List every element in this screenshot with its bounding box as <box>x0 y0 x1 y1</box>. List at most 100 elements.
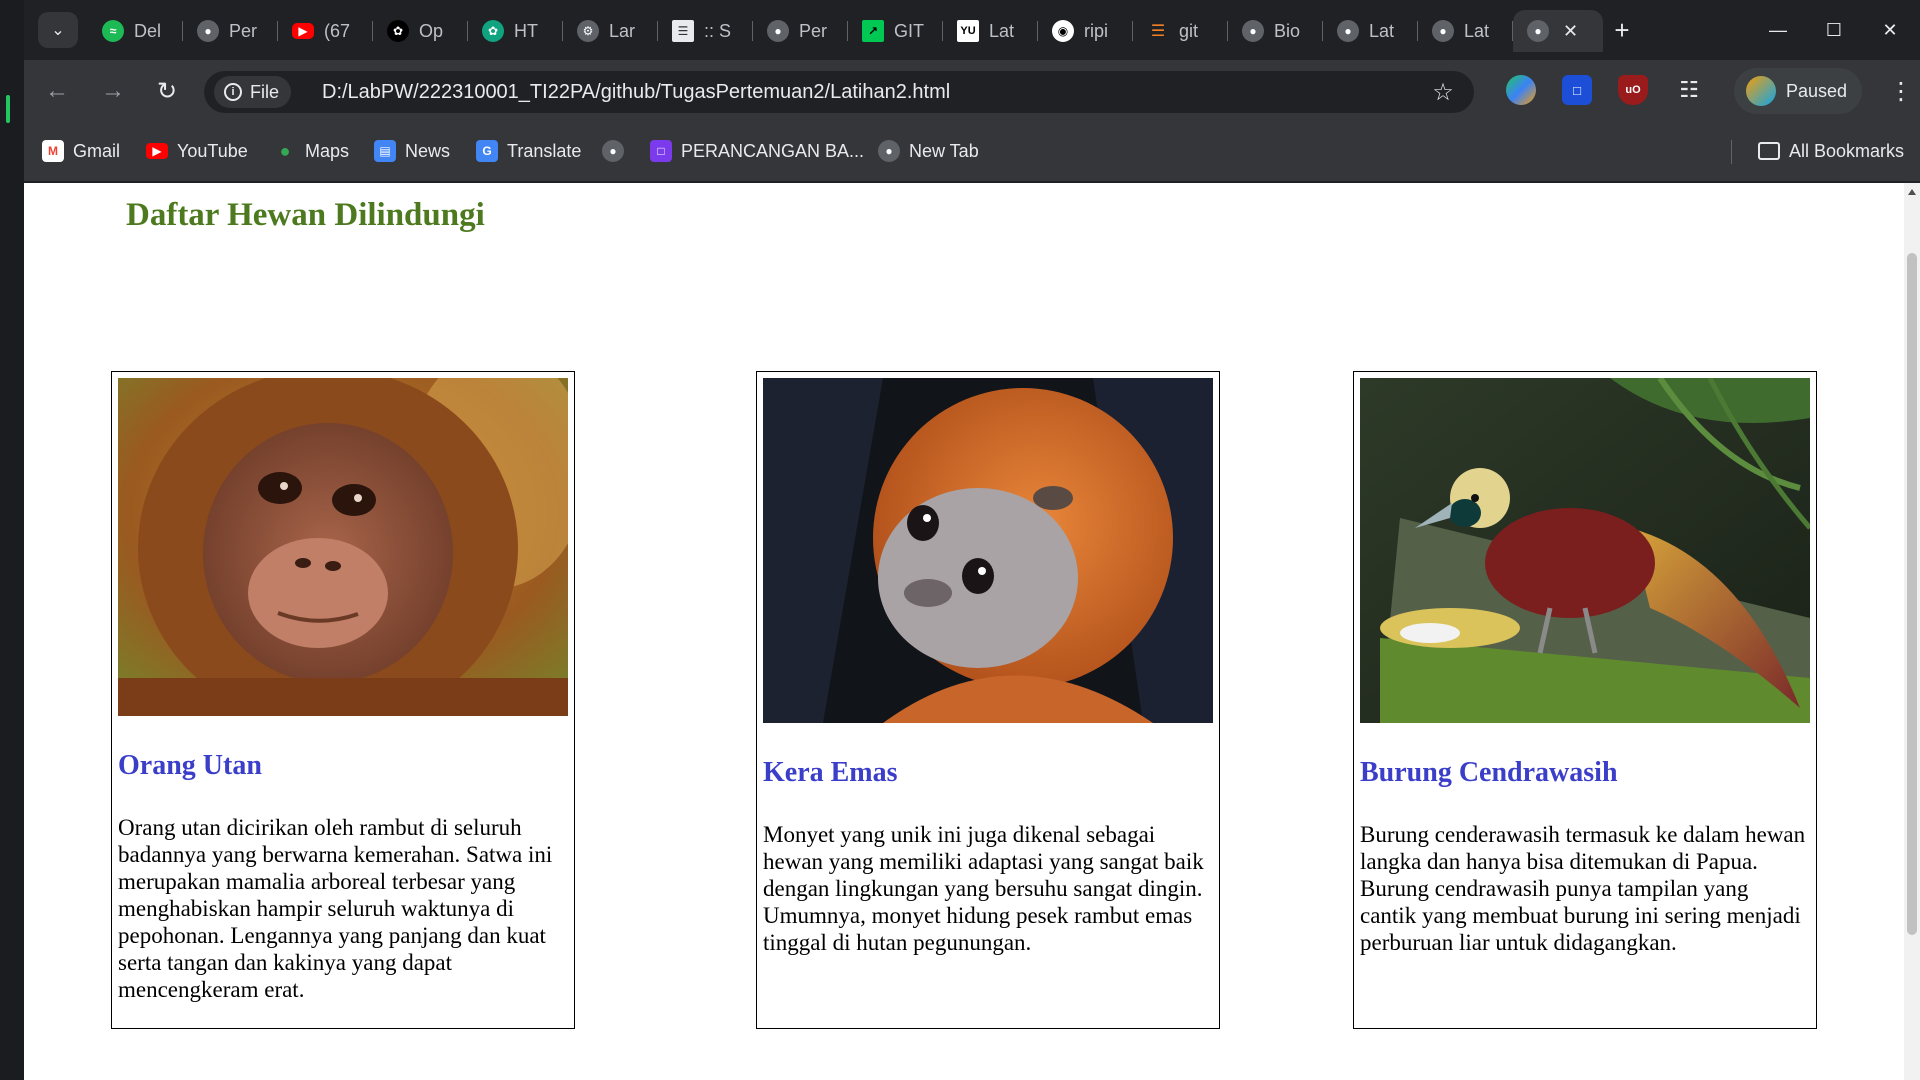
tab-label: ripi <box>1084 20 1109 41</box>
tab[interactable]: YU Lat <box>943 10 1038 52</box>
plus-icon: + <box>1614 14 1630 45</box>
bookmark-label: News <box>405 140 451 161</box>
animal-card: Orang Utan Orang utan dicirikan oleh ram… <box>111 371 575 1029</box>
minimize-icon: — <box>1769 19 1787 40</box>
bookmark-youtube[interactable]: ▶ YouTube <box>146 136 248 166</box>
scrollbar-thumb[interactable] <box>1907 253 1917 935</box>
ublock-icon[interactable]: uO <box>1618 75 1648 105</box>
globe-icon: ● <box>878 140 900 162</box>
git-icon: ↗ <box>862 20 884 42</box>
animal-description: Burung cenderawasih termasuk ke dalam he… <box>1360 822 1806 955</box>
bookmark-gmail[interactable]: M Gmail <box>42 136 120 166</box>
bookmark-label: Gmail <box>73 140 121 161</box>
url-text[interactable]: D:/LabPW/222310001_TI22PA/github/TugasPe… <box>322 71 950 113</box>
extension-color-icon[interactable] <box>1506 75 1536 105</box>
maximize-button[interactable]: ☐ <box>1814 12 1854 48</box>
chevron-down-icon: ⌄ <box>51 22 65 39</box>
bookmarks-divider <box>1731 140 1732 164</box>
animal-name: Burung Cendrawasih <box>1360 757 1618 788</box>
tab[interactable]: ✿ HT <box>468 10 563 52</box>
openai-icon: ✿ <box>387 20 409 42</box>
scroll-up-arrow-icon[interactable] <box>1908 189 1916 195</box>
folder-icon <box>1758 142 1780 160</box>
bookmark-news[interactable]: ▤ News <box>374 136 450 166</box>
animal-description: Orang utan dicirikan oleh rambut di selu… <box>118 815 553 1002</box>
new-tab-button[interactable]: + <box>1606 14 1638 46</box>
minimize-button[interactable]: — <box>1758 12 1798 48</box>
orangutan-photo <box>118 378 568 716</box>
globe-icon: ● <box>1337 20 1359 42</box>
profile-status: Paused <box>1786 80 1848 101</box>
all-bookmarks-button[interactable]: All Bookmarks <box>1758 136 1904 166</box>
all-bookmarks-label: All Bookmarks <box>1789 140 1905 161</box>
extensions-puzzle-icon[interactable]: ☷ <box>1674 75 1704 105</box>
tab[interactable]: ≈ Del <box>88 10 183 52</box>
profile-button[interactable]: Paused <box>1734 68 1862 114</box>
laravel-icon: ⚙ <box>577 20 599 42</box>
arrow-left-icon: ← <box>45 77 69 104</box>
site-info-chip[interactable]: i File <box>214 76 292 108</box>
tab-label: Bio <box>1274 20 1301 41</box>
back-button[interactable]: ← <box>40 74 74 108</box>
tab-label: Op <box>419 20 444 41</box>
arrow-right-icon: → <box>101 77 125 104</box>
tab-search-button[interactable]: ⌄ <box>38 12 78 48</box>
youtube-icon: ▶ <box>292 23 314 39</box>
bookmarks-bar: M Gmail ▶ YouTube ● Maps ▤ News G Translate ●… <box>24 122 1920 182</box>
info-icon: i <box>224 83 242 101</box>
tab[interactable]: ⚙ Lar <box>563 10 658 52</box>
chatgpt-icon: ✿ <box>482 20 504 42</box>
avatar <box>1746 76 1776 106</box>
tab[interactable]: ☰ git <box>1133 10 1228 52</box>
tab[interactable]: ▶ (67 <box>278 10 373 52</box>
gmail-icon: M <box>42 140 64 162</box>
bookmark-maps[interactable]: ● Maps <box>274 136 349 166</box>
tab[interactable]: ☰:: S <box>658 10 753 52</box>
bookmark-translate[interactable]: G Translate <box>476 136 581 166</box>
tab-label: (67 <box>324 20 351 41</box>
bookmark-label: PERANCANGAN BA... <box>681 140 865 161</box>
globe-icon: ● <box>602 140 624 162</box>
tab-label: Per <box>799 20 828 41</box>
tab-label: Del <box>134 20 162 41</box>
app-icon: □ <box>650 140 672 162</box>
tab-label: Lat <box>989 20 1015 41</box>
close-tab-icon[interactable]: ✕ <box>1563 21 1578 42</box>
bookmark-new-tab[interactable]: ● New Tab <box>878 136 979 166</box>
menu-button[interactable]: ⋮ <box>1886 74 1916 108</box>
tab[interactable]: ◉ ripi <box>1038 10 1133 52</box>
maximize-icon: ☐ <box>1825 19 1843 40</box>
stackoverflow-icon: ☰ <box>1150 23 1166 40</box>
reload-button[interactable]: ↻ <box>150 74 184 108</box>
tab[interactable]: ● Lat <box>1323 10 1418 52</box>
scheme-label: File <box>250 81 280 102</box>
tab[interactable]: ● Per <box>753 10 848 52</box>
extension-book-icon[interactable]: □ <box>1562 75 1592 105</box>
bookmark-star-button[interactable]: ☆ <box>1426 75 1460 109</box>
tab-label: git <box>1179 20 1199 41</box>
close-window-button[interactable]: ✕ <box>1870 12 1910 48</box>
bookmark-label: Translate <box>507 140 582 161</box>
tab[interactable]: ✿ Op <box>373 10 468 52</box>
tab[interactable]: ● Lat <box>1418 10 1513 52</box>
globe-icon: ● <box>1242 20 1264 42</box>
page-icon: ☰ <box>672 20 694 42</box>
tab-label: Lar <box>609 20 636 41</box>
taskbar-accent <box>6 95 10 123</box>
vertical-scrollbar[interactable] <box>1904 183 1920 1080</box>
tab-label: Lat <box>1464 20 1490 41</box>
tab[interactable]: ● Bio <box>1228 10 1323 52</box>
tab[interactable]: ● Per <box>183 10 278 52</box>
tab-label: Lat <box>1369 20 1395 41</box>
bookmark-untitled[interactable]: ● <box>602 136 633 166</box>
window-edge <box>0 0 24 1080</box>
tab[interactable]: ↗ GIT <box>848 10 943 52</box>
forward-button[interactable]: → <box>96 74 130 108</box>
tab-active[interactable]: ● ✕ <box>1513 10 1603 52</box>
tab-label: GIT <box>894 20 924 41</box>
bookmark-label: Maps <box>305 140 350 161</box>
tab-label: :: S <box>704 20 732 41</box>
address-bar[interactable]: i File D:/LabPW/222310001_TI22PA/github/… <box>204 71 1474 113</box>
bookmark-perancangan[interactable]: □ PERANCANGAN BA... <box>650 136 864 166</box>
bird-of-paradise-photo <box>1360 378 1810 723</box>
